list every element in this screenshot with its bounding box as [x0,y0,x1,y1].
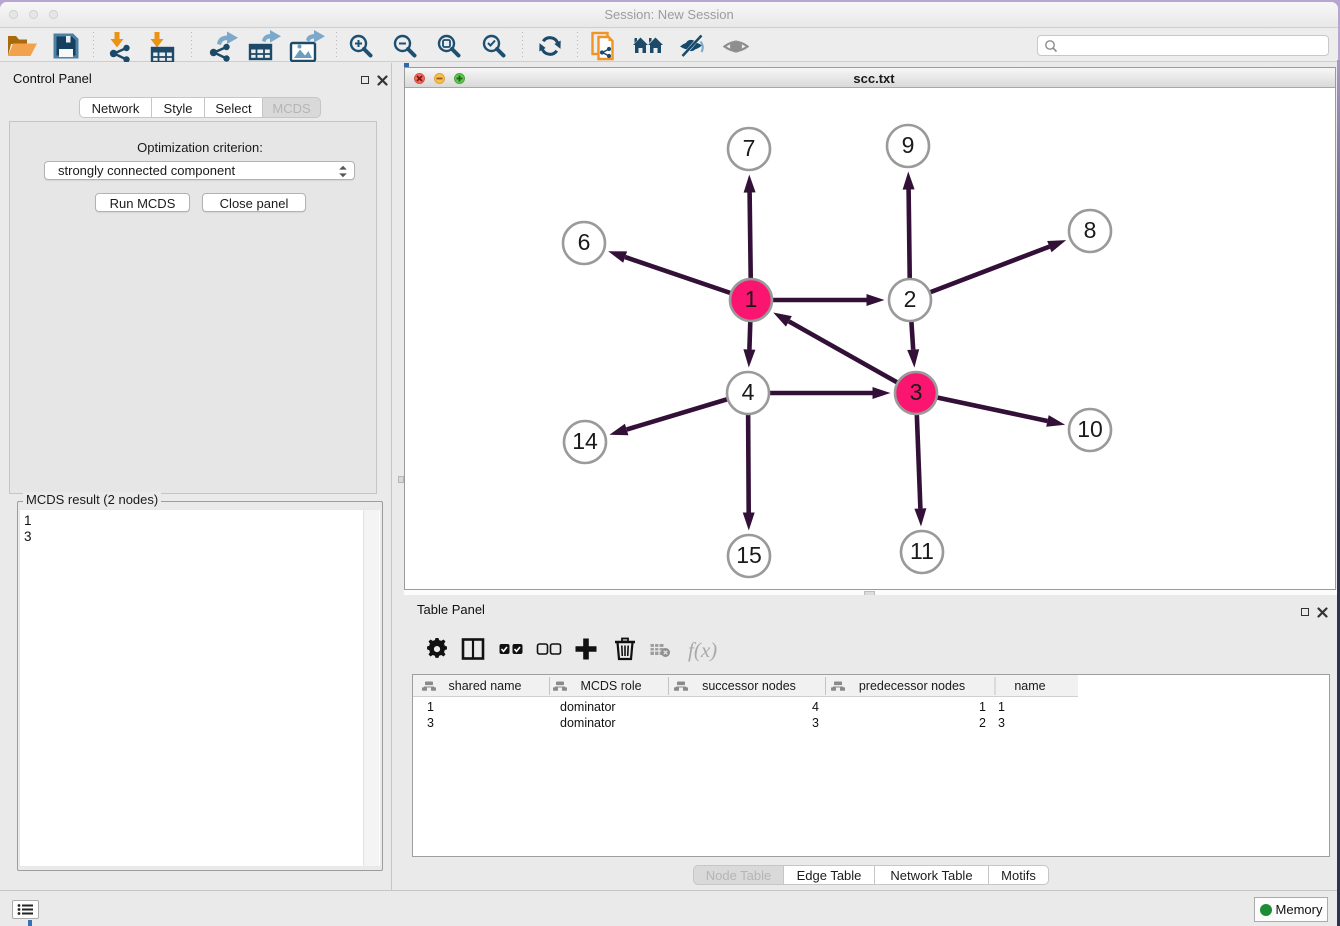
svg-text:3: 3 [812,716,819,730]
svg-text:1: 1 [745,286,758,312]
svg-text:4: 4 [812,700,819,714]
svg-text:3: 3 [998,716,1005,730]
svg-text:11: 11 [910,538,934,564]
svg-text:successor nodes: successor nodes [702,679,796,693]
svg-text:f(x): f(x) [688,638,717,662]
svg-text:2: 2 [904,286,917,312]
svg-text:3: 3 [910,379,923,405]
svg-text:4: 4 [742,379,755,405]
svg-text:predecessor nodes: predecessor nodes [859,679,965,693]
svg-text:14: 14 [572,428,598,454]
svg-text:1: 1 [979,700,986,714]
svg-text:dominator: dominator [560,716,616,730]
svg-text:MCDS role: MCDS role [580,679,641,693]
svg-text:10: 10 [1077,416,1103,442]
svg-text:7: 7 [743,135,756,161]
svg-text:shared name: shared name [449,679,522,693]
svg-text:8: 8 [1084,217,1097,243]
svg-text:name: name [1014,679,1045,693]
svg-text:2: 2 [979,716,986,730]
svg-text:1: 1 [998,700,1005,714]
svg-text:6: 6 [578,229,591,255]
svg-text:9: 9 [902,132,915,158]
svg-text:1: 1 [427,700,434,714]
svg-text:dominator: dominator [560,700,616,714]
svg-text:3: 3 [427,716,434,730]
svg-text:15: 15 [736,542,762,568]
